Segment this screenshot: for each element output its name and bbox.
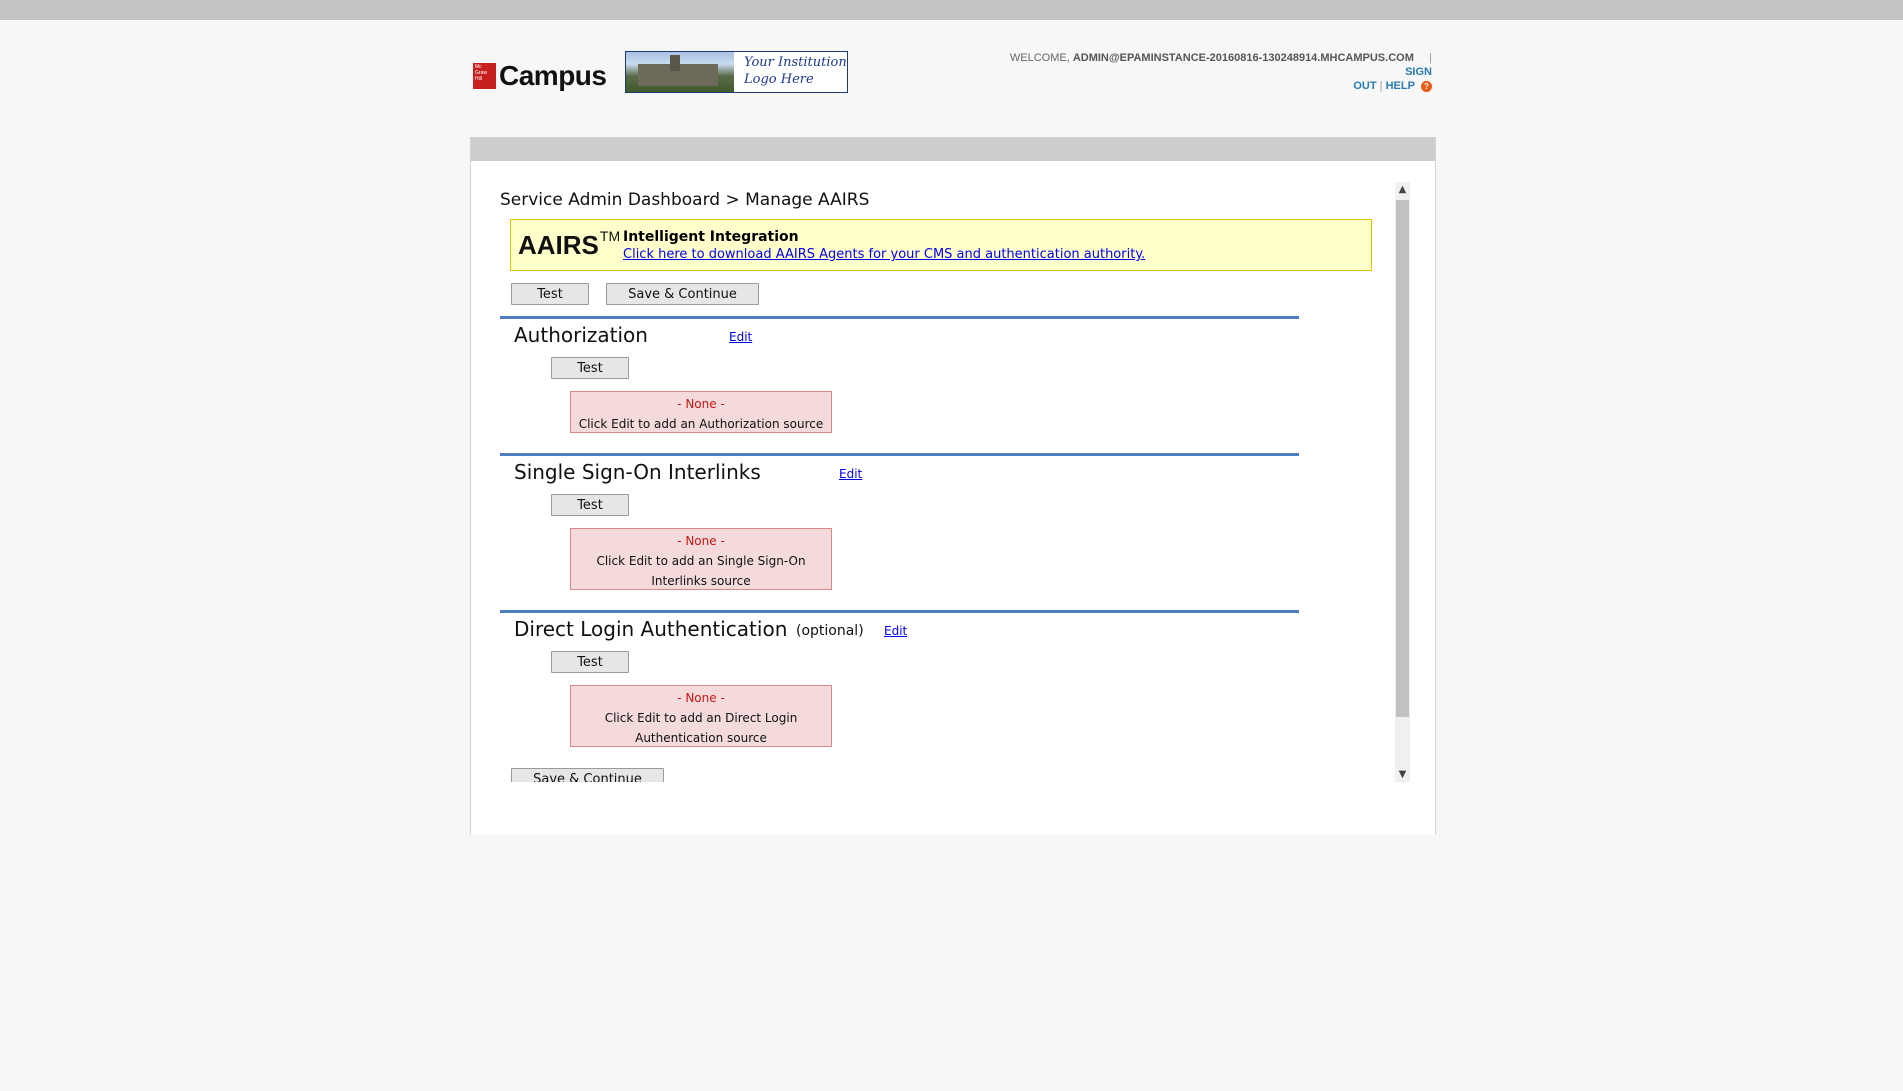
optional-label: (optional) (796, 623, 864, 639)
sign-out-link-part1[interactable]: SIGN (1405, 66, 1432, 78)
sign-out-link-part2[interactable]: OUT (1353, 80, 1376, 92)
banner-title: Intelligent Integration (623, 229, 799, 245)
content-area: Service Admin Dashboard > Manage AAIRS A… (471, 182, 1395, 782)
institution-building-image (626, 52, 734, 92)
user-welcome: WELCOME, ADMIN@EPAMINSTANCE-20160816-130… (1009, 52, 1432, 92)
help-link[interactable]: HELP (1386, 80, 1415, 92)
scroll-up-icon[interactable]: ▲ (1395, 182, 1410, 197)
trademark-mark: TM (599, 228, 621, 244)
empty-state-message: Click Edit to add an Single Sign-On Inte… (596, 554, 806, 588)
institution-logo: Your Institution Logo Here (625, 51, 848, 93)
campus-logo-text: Campus (499, 60, 607, 91)
test-direct-login-button[interactable]: Test (551, 651, 629, 673)
empty-state-message: Click Edit to add an Authorization sourc… (578, 417, 824, 431)
campus-logo: Mc Graw Hill Campus (473, 60, 607, 91)
breadcrumb: Service Admin Dashboard > Manage AAIRS (500, 190, 870, 210)
vertical-scrollbar[interactable]: ▲ ▼ (1395, 182, 1410, 782)
edit-direct-login-link[interactable]: Edit (884, 624, 907, 638)
save-continue-button[interactable]: Save & Continue (606, 283, 759, 305)
sso-empty-state: - None - Click Edit to add an Single Sig… (570, 528, 832, 590)
section-title-direct-login: Direct Login Authentication (514, 617, 788, 641)
empty-state-message: Click Edit to add an Direct Login Authen… (604, 711, 798, 745)
welcome-prefix: WELCOME, (1009, 52, 1070, 64)
authorization-empty-state: - None - Click Edit to add an Authorizat… (570, 391, 832, 433)
none-label: - None - (677, 691, 725, 705)
direct-login-empty-state: - None - Click Edit to add an Direct Log… (570, 685, 832, 747)
user-email: ADMIN@EPAMINSTANCE-20160816-130248914.MH… (1072, 52, 1414, 64)
scroll-down-icon[interactable]: ▼ (1395, 767, 1410, 782)
aairs-brand-name: AAIRS (518, 230, 599, 260)
test-authorization-button[interactable]: Test (551, 357, 629, 379)
edit-authorization-link[interactable]: Edit (729, 330, 752, 344)
aairs-brand: AAIRSTM (518, 228, 621, 261)
scroll-thumb[interactable] (1396, 200, 1409, 717)
mcgraw-hill-logo-badge: Mc Graw Hill (473, 63, 496, 89)
institution-logo-line2: Logo Here (744, 72, 814, 87)
edit-sso-link[interactable]: Edit (839, 467, 862, 481)
panel-header-bar (471, 137, 1435, 161)
save-continue-bottom-button[interactable]: Save & Continue (511, 768, 664, 782)
download-agents-link[interactable]: Click here to download AAIRS Agents for … (623, 247, 1145, 262)
section-divider-direct-login (500, 610, 1299, 613)
section-divider-authorization (500, 316, 1299, 319)
institution-logo-line1: Your Institution (744, 55, 847, 70)
test-button[interactable]: Test (511, 283, 589, 305)
section-title-sso: Single Sign-On Interlinks (514, 460, 761, 484)
institution-logo-text: Your Institution Logo Here (734, 52, 847, 92)
help-icon[interactable]: ? (1421, 80, 1432, 92)
test-sso-button[interactable]: Test (551, 494, 629, 516)
none-label: - None - (677, 397, 725, 411)
section-title-authorization: Authorization (514, 323, 648, 347)
section-divider-sso (500, 453, 1299, 456)
main-panel: Service Admin Dashboard > Manage AAIRS A… (470, 137, 1436, 835)
none-label: - None - (677, 534, 725, 548)
aairs-banner: AAIRSTM Intelligent Integration Click he… (510, 219, 1372, 271)
top-bar (0, 0, 1903, 20)
